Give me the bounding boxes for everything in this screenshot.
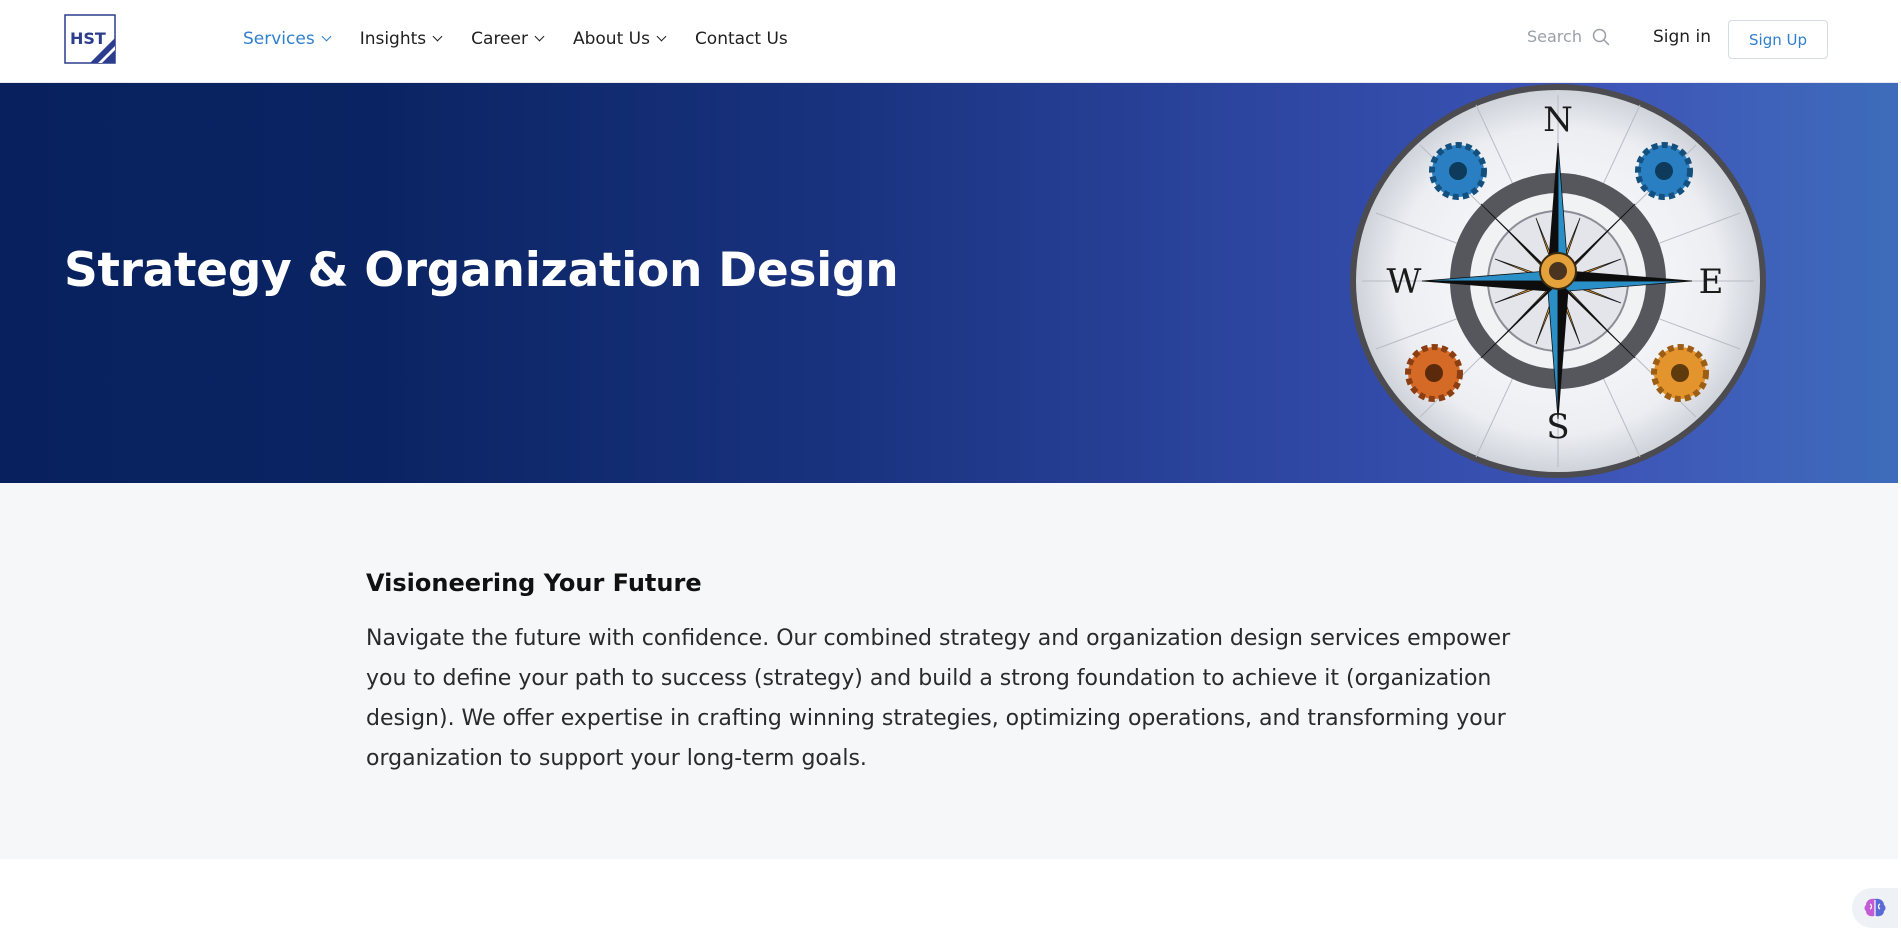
- chevron-down-icon: [321, 31, 332, 41]
- chevron-down-icon: [656, 31, 667, 41]
- main-nav: Services Insights Career About Us Contac…: [243, 0, 818, 77]
- top-navbar: HST Services Insights Career About Us Co…: [0, 0, 1901, 83]
- svg-text:W: W: [1387, 262, 1422, 302]
- nav-label: Career: [471, 28, 528, 49]
- nav-label: About Us: [572, 28, 650, 49]
- svg-text:E: E: [1699, 262, 1724, 302]
- sign-in-link[interactable]: Sign in: [1653, 27, 1711, 47]
- page-title: Strategy & Organization Design: [64, 243, 899, 298]
- brain-icon: [1864, 898, 1886, 917]
- nav-label: Services: [243, 28, 315, 49]
- search-icon[interactable]: [1592, 28, 1610, 46]
- search-box[interactable]: Search: [1527, 27, 1610, 46]
- gear-icon: [1405, 344, 1463, 402]
- chevron-down-icon: [534, 31, 545, 41]
- nav-label: Contact Us: [694, 28, 788, 49]
- intro-section: Visioneering Your Future Navigate the fu…: [0, 483, 1898, 859]
- chat-assistant-button[interactable]: [1852, 888, 1898, 928]
- sign-up-button[interactable]: Sign Up: [1728, 20, 1828, 59]
- svg-text:HST: HST: [70, 29, 106, 48]
- svg-text:N: N: [1543, 100, 1573, 140]
- compass-with-gears-icon: N S E W: [1350, 84, 1766, 478]
- hst-logo[interactable]: HST: [64, 14, 116, 64]
- nav-item-career[interactable]: Career: [471, 28, 545, 49]
- nav-item-contact-us[interactable]: Contact Us: [695, 29, 788, 49]
- nav-item-insights[interactable]: Insights: [359, 28, 443, 49]
- nav-item-about-us[interactable]: About Us: [572, 28, 667, 49]
- section-heading: Visioneering Your Future: [366, 569, 702, 597]
- nav-label: Insights: [359, 28, 427, 49]
- hero-banner: Strategy & Organization Design N S E W: [0, 83, 1898, 483]
- gear-icon: [1651, 344, 1709, 402]
- gear-icon: [1635, 142, 1693, 200]
- search-placeholder: Search: [1527, 27, 1582, 46]
- svg-text:S: S: [1546, 407, 1569, 447]
- gear-icon: [1429, 142, 1487, 200]
- nav-item-services[interactable]: Services: [243, 28, 332, 49]
- chevron-down-icon: [432, 31, 443, 41]
- section-body-text: Navigate the future with confidence. Our…: [366, 626, 1511, 771]
